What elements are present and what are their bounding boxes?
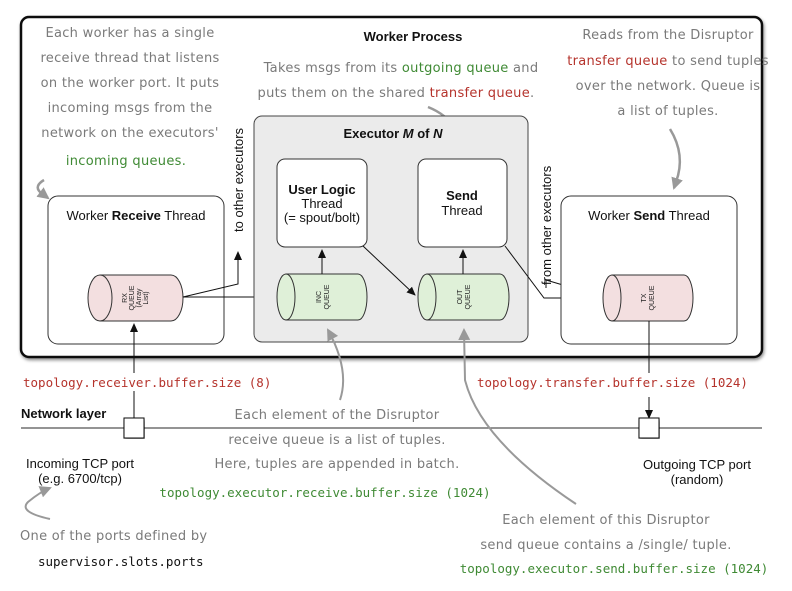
svg-text:Each element of the Disruptor: Each element of the Disruptor xyxy=(235,408,440,423)
port-note: One of the ports defined by supervisor.s… xyxy=(20,529,207,569)
svg-text:QUEUE: QUEUE xyxy=(465,284,472,309)
svg-text:topology.executor.send.buffer.: topology.executor.send.buffer.size (1024… xyxy=(460,561,769,576)
outgoing-port-sublabel: (random) xyxy=(671,472,724,487)
network-layer-label: Network layer xyxy=(21,406,106,421)
svg-text:(Array: (Array xyxy=(136,288,143,308)
svg-text:Reads from the Disruptor: Reads from the Disruptor xyxy=(582,28,754,43)
outgoing-port-box xyxy=(638,417,660,439)
transfer-buffer-config: topology.transfer.buffer.size (1024) xyxy=(477,375,748,390)
rx-queue: RX QUEUE (Array List) xyxy=(87,274,184,322)
port-note-arrow xyxy=(24,486,52,520)
svg-text:receive thread that listens: receive thread that listens xyxy=(40,51,219,66)
svg-text:supervisor.slots.ports: supervisor.slots.ports xyxy=(38,554,204,569)
receive-queue-note: Each element of the Disruptor receive qu… xyxy=(159,408,490,500)
to-other-executors-label: to other executors xyxy=(231,127,246,232)
svg-text:QUEUE: QUEUE xyxy=(649,285,656,310)
svg-text:QUEUE: QUEUE xyxy=(324,284,331,309)
svg-text:Here, tuples are appended in b: Here, tuples are appended in batch. xyxy=(214,457,459,472)
svg-text:incoming msgs from the: incoming msgs from the xyxy=(48,101,213,116)
svg-text:RX: RX xyxy=(122,293,129,303)
tx-queue: TX QUEUE xyxy=(602,274,694,322)
incoming-port-label: Incoming TCP port xyxy=(26,456,134,471)
inc-queue: INC QUEUE xyxy=(276,273,368,321)
svg-text:a list of tuples.: a list of tuples. xyxy=(617,104,718,119)
out-queue: OUT QUEUE xyxy=(417,273,510,321)
svg-text:over the network. Queue is: over the network. Queue is xyxy=(576,79,761,94)
incoming-port-sublabel: (e.g. 6700/tcp) xyxy=(38,471,122,486)
send-thread-line2: Thread xyxy=(441,203,482,218)
diagram-canvas: Worker Process Each worker has a single … xyxy=(19,15,770,576)
outgoing-port-label: Outgoing TCP port xyxy=(643,457,751,472)
svg-text:incoming queues.: incoming queues. xyxy=(66,154,186,169)
worker-receive-thread-label: Worker Receive Thread xyxy=(67,208,206,223)
svg-text:puts them on the shared transf: puts them on the shared transfer queue. xyxy=(258,86,535,101)
worker-process-title: Worker Process xyxy=(364,29,463,44)
worker-send-thread-label: Worker Send Thread xyxy=(588,208,710,223)
user-logic-title: User Logic xyxy=(288,182,355,197)
svg-text:TX: TX xyxy=(641,293,648,302)
receiver-buffer-config: topology.receiver.buffer.size (8) xyxy=(23,375,271,390)
svg-text:Each worker has a single: Each worker has a single xyxy=(45,26,214,41)
send-thread-title: Send xyxy=(446,188,478,203)
svg-text:QUEUE: QUEUE xyxy=(129,285,136,310)
user-logic-line3: (= spout/bolt) xyxy=(284,210,360,225)
svg-text:transfer queue to send tuples: transfer queue to send tuples xyxy=(567,54,769,69)
svg-text:on the worker port. It puts: on the worker port. It puts xyxy=(41,76,220,91)
svg-text:topology.executor.receive.buff: topology.executor.receive.buffer.size (1… xyxy=(159,485,490,500)
svg-text:OUT: OUT xyxy=(457,289,464,305)
svg-text:network on the executors': network on the executors' xyxy=(41,126,218,141)
svg-text:Each element of this Disruptor: Each element of this Disruptor xyxy=(502,513,710,528)
svg-text:Takes msgs from its outgoing q: Takes msgs from its outgoing queue and xyxy=(263,61,539,76)
svg-text:List): List) xyxy=(143,291,150,304)
user-logic-line2: Thread xyxy=(301,196,342,211)
svg-text:INC: INC xyxy=(316,291,323,303)
svg-text:One of the ports defined by: One of the ports defined by xyxy=(20,529,207,544)
svg-text:send queue contains a /single/: send queue contains a /single/ tuple. xyxy=(480,538,731,553)
from-other-executors-label: from other executors xyxy=(539,165,554,285)
incoming-port-box xyxy=(123,417,145,439)
svg-text:receive queue is a list of tup: receive queue is a list of tuples. xyxy=(228,433,445,448)
send-queue-note: Each element of this Disruptor send queu… xyxy=(460,513,769,576)
executor-label: Executor M of N xyxy=(344,126,444,141)
